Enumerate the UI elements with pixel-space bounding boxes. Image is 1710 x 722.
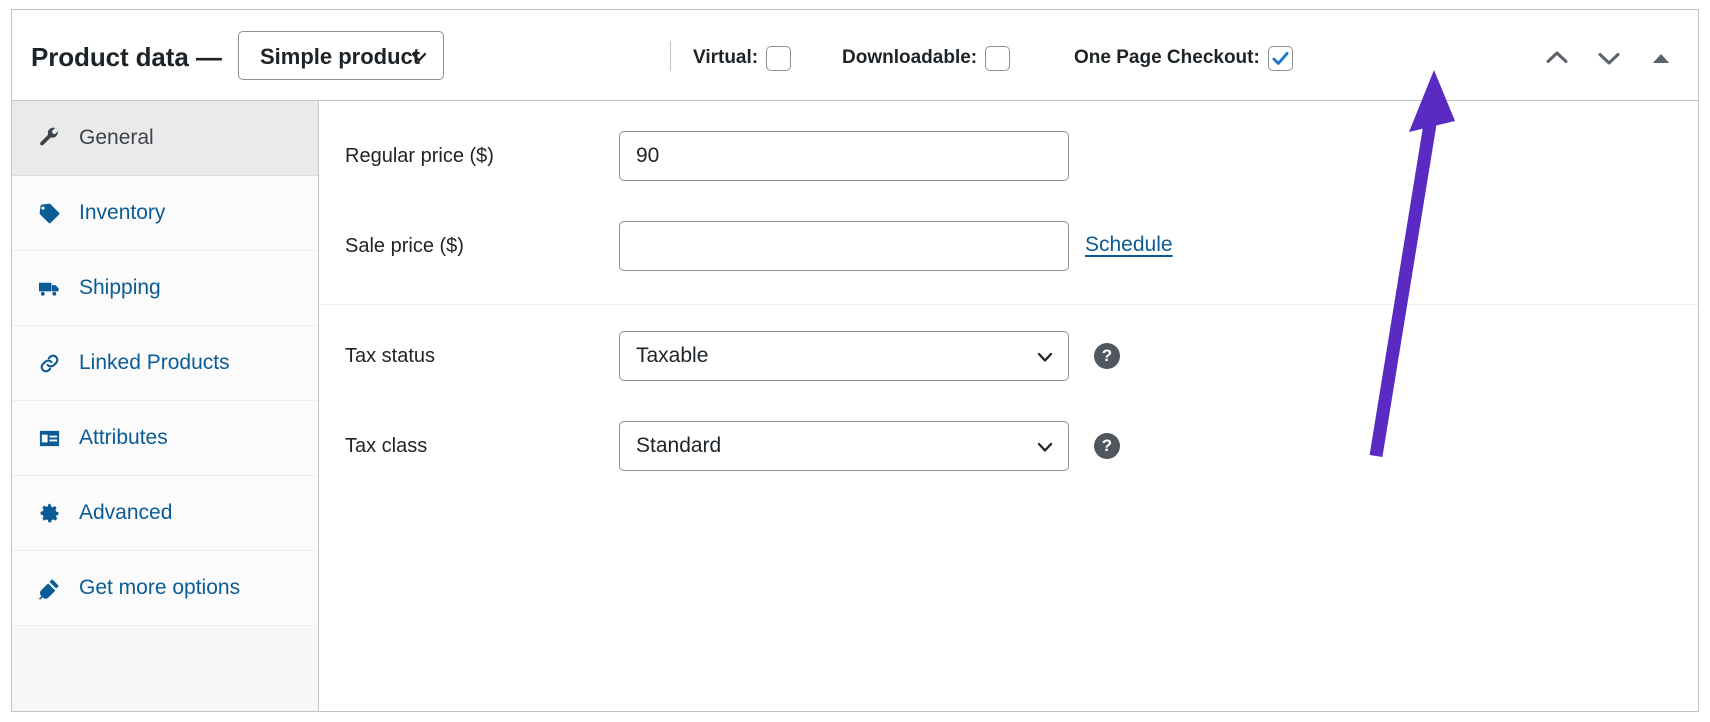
header-actions (1544, 46, 1674, 70)
sale-price-input[interactable] (619, 221, 1069, 271)
product-data-tabs: General Inventory Shipping Linked Produc… (12, 101, 319, 712)
tab-shipping[interactable]: Shipping (12, 251, 318, 326)
product-type-value: Simple product (260, 44, 420, 70)
tab-general-label: General (79, 126, 154, 150)
virtual-checkbox-group[interactable]: Virtual: (693, 43, 791, 73)
wrench-icon (36, 125, 62, 151)
tab-inventory[interactable]: Inventory (12, 176, 318, 251)
one-page-checkout-checkbox-group[interactable]: One Page Checkout: (1074, 43, 1293, 73)
header-divider (670, 41, 671, 71)
regular-price-input[interactable] (619, 131, 1069, 181)
chevron-down-icon (410, 48, 428, 66)
general-tab-panel: Regular price ($) Sale price ($) Schedul… (319, 101, 1698, 712)
tax-status-value: Taxable (636, 344, 708, 368)
one-page-checkout-label: One Page Checkout: (1074, 47, 1260, 69)
tag-icon (36, 200, 62, 226)
gear-icon (36, 500, 62, 526)
move-up-button[interactable] (1544, 46, 1570, 70)
virtual-label: Virtual: (693, 47, 758, 69)
move-down-button[interactable] (1596, 46, 1622, 70)
chevron-down-icon (1036, 348, 1054, 366)
tab-attributes-label: Attributes (79, 426, 168, 450)
schedule-link[interactable]: Schedule (1085, 233, 1173, 257)
tab-shipping-label: Shipping (79, 276, 161, 300)
tax-class-row: Tax class Standard ? (319, 403, 1698, 493)
tax-status-select[interactable]: Taxable (619, 331, 1069, 381)
product-data-body: General Inventory Shipping Linked Produc… (12, 101, 1698, 712)
tab-advanced-label: Advanced (79, 501, 172, 525)
downloadable-checkbox[interactable] (985, 46, 1010, 71)
truck-icon (36, 275, 62, 301)
link-icon (36, 350, 62, 376)
tab-advanced[interactable]: Advanced (12, 476, 318, 551)
tab-get-more-options-label: Get more options (79, 576, 240, 600)
product-data-panel: Product data — Simple product Virtual: D… (11, 9, 1699, 712)
tax-status-label: Tax status (345, 345, 435, 368)
downloadable-label: Downloadable: (842, 47, 977, 69)
tab-attributes[interactable]: Attributes (12, 401, 318, 476)
tax-status-help-icon[interactable]: ? (1094, 343, 1120, 369)
regular-price-label: Regular price ($) (345, 145, 494, 168)
product-type-select[interactable]: Simple product (238, 31, 444, 80)
tax-class-label: Tax class (345, 435, 427, 458)
tax-class-help-icon[interactable]: ? (1094, 433, 1120, 459)
section-divider (319, 304, 1698, 305)
plug-icon (36, 575, 62, 601)
tab-general[interactable]: General (12, 101, 318, 176)
tab-linked-products[interactable]: Linked Products (12, 326, 318, 401)
one-page-checkout-checkbox[interactable] (1268, 46, 1293, 71)
page-title: Product data — (31, 42, 222, 73)
toggle-panel-button[interactable] (1648, 46, 1674, 70)
tab-linked-products-label: Linked Products (79, 351, 230, 375)
tax-class-select[interactable]: Standard (619, 421, 1069, 471)
downloadable-checkbox-group[interactable]: Downloadable: (842, 43, 1010, 73)
regular-price-row: Regular price ($) (319, 113, 1698, 203)
chevron-down-icon (1036, 438, 1054, 456)
sale-price-row: Sale price ($) Schedule (319, 203, 1698, 293)
product-data-header: Product data — Simple product Virtual: D… (12, 10, 1698, 101)
sale-price-label: Sale price ($) (345, 235, 464, 258)
table-icon (36, 425, 62, 451)
tab-inventory-label: Inventory (79, 201, 165, 225)
tab-get-more-options[interactable]: Get more options (12, 551, 318, 626)
tax-class-value: Standard (636, 434, 721, 458)
tax-status-row: Tax status Taxable ? (319, 313, 1698, 403)
virtual-checkbox[interactable] (766, 46, 791, 71)
